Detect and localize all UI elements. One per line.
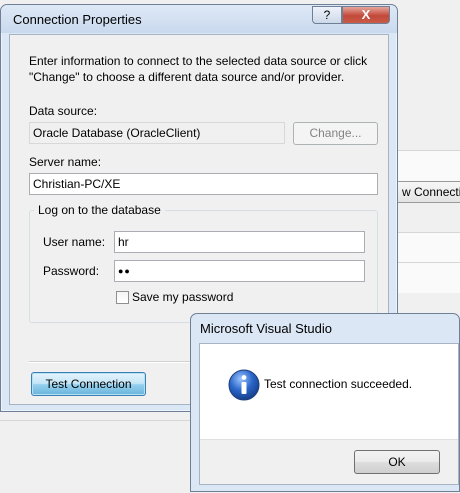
save-password-label[interactable]: Save my password: [132, 290, 233, 304]
message-box-title: Microsoft Visual Studio: [200, 321, 332, 336]
background-panel-row-3: [397, 262, 460, 293]
logon-group-title: Log on to the database: [34, 203, 165, 217]
background-panel-row-2: [397, 232, 460, 263]
info-icon: [228, 369, 260, 401]
user-name-label: User name:: [43, 235, 106, 249]
background-tab-new-connection[interactable]: w Connection: [397, 181, 460, 203]
message-text: Test connection succeeded.: [264, 377, 413, 391]
background-panel-row-4: [0, 420, 190, 493]
change-button[interactable]: Change...: [293, 122, 378, 145]
message-box-footer: OK: [200, 439, 458, 484]
instructions-text: Enter information to connect to the sele…: [29, 54, 368, 84]
help-button[interactable]: ?: [312, 6, 342, 24]
user-name-input[interactable]: hr: [114, 231, 365, 253]
password-input[interactable]: ●●: [114, 260, 365, 282]
help-icon: ?: [323, 8, 331, 22]
server-name-label: Server name:: [29, 155, 102, 169]
message-box-client: Test connection succeeded. OK: [199, 343, 459, 485]
data-source-label: Data source:: [29, 104, 98, 118]
save-password-checkbox[interactable]: [116, 291, 129, 304]
password-label: Password:: [43, 264, 100, 278]
test-connection-button[interactable]: Test Connection: [31, 372, 146, 396]
message-box-dialog: Microsoft Visual Studio Test connection …: [190, 313, 460, 492]
background-panel-row-1: [397, 150, 460, 181]
dialog-titlebar: Connection Properties ? X: [1, 5, 397, 33]
data-source-field: Oracle Database (OracleClient): [29, 122, 285, 144]
close-button[interactable]: X: [342, 6, 390, 24]
close-icon: X: [361, 7, 371, 22]
ok-button[interactable]: OK: [354, 450, 440, 474]
dialog-title: Connection Properties: [13, 12, 142, 27]
server-name-input[interactable]: Christian-PC/XE: [29, 173, 378, 195]
